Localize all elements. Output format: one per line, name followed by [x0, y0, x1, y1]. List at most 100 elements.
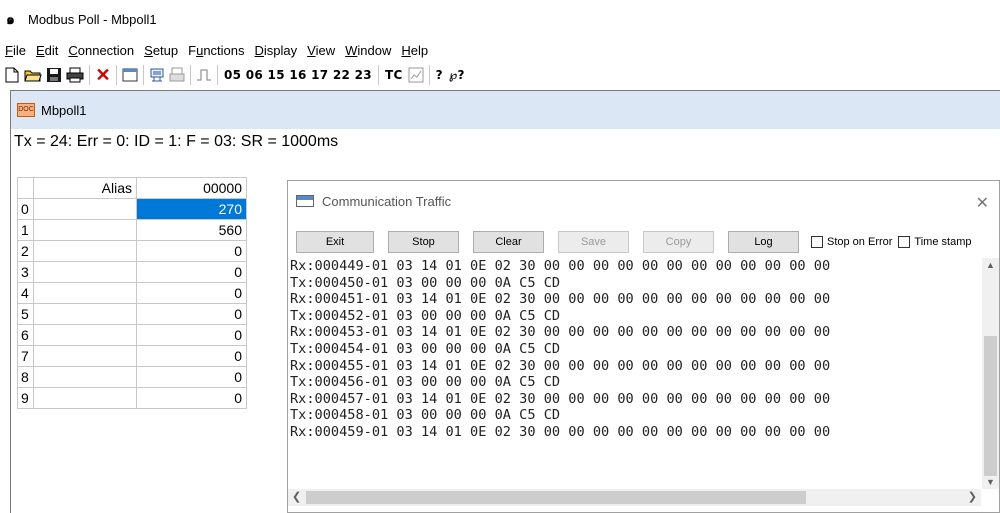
traffic-line: Rx:000459-01 03 14 01 0E 02 30 00 00 00 … [290, 423, 831, 440]
register-value-cell[interactable]: 0 [136, 240, 247, 262]
register-value-cell[interactable]: 0 [136, 261, 247, 283]
traffic-monitor-icon[interactable] [147, 64, 167, 86]
row-number[interactable]: 3 [17, 261, 34, 283]
stop-on-error-label: Stop on Error [827, 236, 893, 248]
row-number[interactable]: 0 [17, 198, 34, 220]
pulse-icon[interactable] [194, 64, 214, 86]
scrollbar-thumb[interactable] [984, 336, 997, 476]
toolbar-separator [428, 65, 430, 85]
tc-button[interactable]: TC [382, 68, 406, 82]
register-value-cell[interactable]: 270 [136, 198, 247, 220]
traffic-line: Rx:000457-01 03 14 01 0E 02 30 00 00 00 … [290, 390, 831, 407]
print-icon[interactable] [64, 64, 86, 86]
menu-edit[interactable]: Edit [31, 42, 63, 60]
checkbox-box[interactable] [811, 236, 823, 248]
scroll-down-icon[interactable]: ▼ [982, 477, 999, 487]
alias-cell[interactable] [33, 261, 137, 283]
scroll-up-icon[interactable]: ▲ [982, 260, 999, 270]
scroll-right-icon[interactable]: ❯ [968, 490, 977, 503]
save-disk-icon[interactable] [44, 64, 64, 86]
menu-file[interactable]: File [0, 42, 31, 60]
context-help-icon[interactable]: ℘? [446, 68, 468, 82]
chart-icon[interactable] [406, 64, 426, 86]
alias-cell[interactable] [33, 282, 137, 304]
menu-bar: File Edit Connection Setup Functions Display V… [0, 41, 433, 61]
traffic-title: Communication Traffic [322, 193, 452, 209]
toolbar-separator [217, 65, 218, 85]
communication-traffic-window: Communication Traffic ✕ Exit Stop Clear … [287, 180, 1000, 513]
toolbar: ✕ 05 06 15 16 17 22 23 TC ? ℘? [0, 62, 1000, 88]
register-value-cell[interactable]: 0 [136, 282, 247, 304]
traffic-titlebar[interactable]: Communication Traffic ✕ [288, 181, 999, 221]
register-value-cell[interactable]: 0 [136, 387, 247, 409]
menu-window[interactable]: Window [340, 42, 396, 60]
row-number[interactable]: 8 [17, 366, 34, 388]
vertical-scrollbar[interactable]: ▲ ▼ [982, 258, 999, 489]
row-number[interactable]: 6 [17, 324, 34, 346]
new-icon[interactable] [2, 64, 22, 86]
toolbar-separator [89, 65, 90, 85]
help-icon[interactable]: ? [433, 68, 446, 82]
row-number[interactable]: 5 [17, 303, 34, 325]
menu-functions[interactable]: Functions [183, 42, 249, 60]
toolbar-separator [116, 65, 117, 85]
row-number[interactable]: 7 [17, 345, 34, 367]
menu-setup[interactable]: Setup [139, 42, 183, 60]
scrollbar-thumb[interactable] [306, 491, 806, 504]
function-codes-buttons[interactable]: 05 06 15 16 17 22 23 [221, 68, 375, 82]
toolbar-separator [143, 65, 144, 85]
register-value-cell[interactable]: 560 [136, 219, 247, 241]
copy-button[interactable]: Copy [643, 231, 714, 253]
alias-cell[interactable] [33, 324, 137, 346]
register-value-cell[interactable]: 0 [136, 366, 247, 388]
register-value-cell[interactable]: 0 [136, 303, 247, 325]
clear-button[interactable]: Clear [473, 231, 544, 253]
modbus-app-icon: ๑ [6, 11, 15, 27]
window-icon[interactable] [120, 64, 140, 86]
mdi-title: Mbpoll1 [41, 102, 87, 118]
table-row: 20 [17, 240, 247, 262]
exit-button[interactable]: Exit [296, 231, 374, 253]
menu-view[interactable]: View [302, 42, 340, 60]
open-folder-icon[interactable] [22, 64, 44, 86]
alias-cell[interactable] [33, 345, 137, 367]
menu-help[interactable]: Help [396, 42, 433, 60]
printer-setup-icon[interactable] [167, 64, 187, 86]
column-header-address[interactable]: 00000 [136, 177, 247, 199]
traffic-log[interactable]: Rx:000449-01 03 14 01 0E 02 30 00 00 00 … [288, 258, 981, 489]
alias-cell[interactable] [33, 303, 137, 325]
mdi-titlebar[interactable]: DOC Mbpoll1 [11, 91, 1000, 129]
app-title: Modbus Poll - Mbpoll1 [28, 11, 157, 27]
menu-connection[interactable]: Connection [63, 42, 139, 60]
traffic-line: Rx:000451-01 03 14 01 0E 02 30 00 00 00 … [290, 291, 831, 308]
register-value-cell[interactable]: 0 [136, 324, 247, 346]
register-table: Alias 00000 0 270 1 560 2 0 3 0 4 0 5 0 6 0 7 0 8 0 9 0 [17, 177, 247, 409]
alias-cell[interactable] [33, 198, 137, 220]
row-number[interactable]: 1 [17, 219, 34, 241]
alias-cell[interactable] [33, 219, 137, 241]
row-number[interactable]: 2 [17, 240, 34, 262]
corner-cell [17, 177, 34, 199]
menu-display[interactable]: Display [250, 42, 303, 60]
traffic-line: Tx:000452-01 03 00 00 00 0A C5 CD [290, 307, 561, 324]
time-stamp-checkbox[interactable]: Time stamp [898, 236, 971, 248]
column-header-alias[interactable]: Alias [33, 177, 137, 199]
row-number[interactable]: 9 [17, 387, 34, 409]
alias-cell[interactable] [33, 387, 137, 409]
alias-cell[interactable] [33, 240, 137, 262]
alias-cell[interactable] [33, 366, 137, 388]
table-row: 70 [17, 345, 247, 367]
close-icon[interactable]: ✕ [976, 193, 989, 213]
save-button[interactable]: Save [558, 231, 629, 253]
log-button[interactable]: Log [728, 231, 799, 253]
disconnect-icon[interactable]: ✕ [93, 64, 113, 86]
row-number[interactable]: 4 [17, 282, 34, 304]
stop-on-error-checkbox[interactable]: Stop on Error [811, 236, 892, 248]
checkbox-box[interactable] [898, 236, 911, 248]
horizontal-scrollbar[interactable]: ❮ ❯ [288, 489, 981, 506]
register-value-cell[interactable]: 0 [136, 345, 247, 367]
stop-button[interactable]: Stop [388, 231, 459, 253]
table-row: 1 560 [17, 219, 247, 241]
traffic-line: Tx:000458-01 03 00 00 00 0A C5 CD [290, 407, 561, 424]
scroll-left-icon[interactable]: ❮ [292, 490, 301, 503]
